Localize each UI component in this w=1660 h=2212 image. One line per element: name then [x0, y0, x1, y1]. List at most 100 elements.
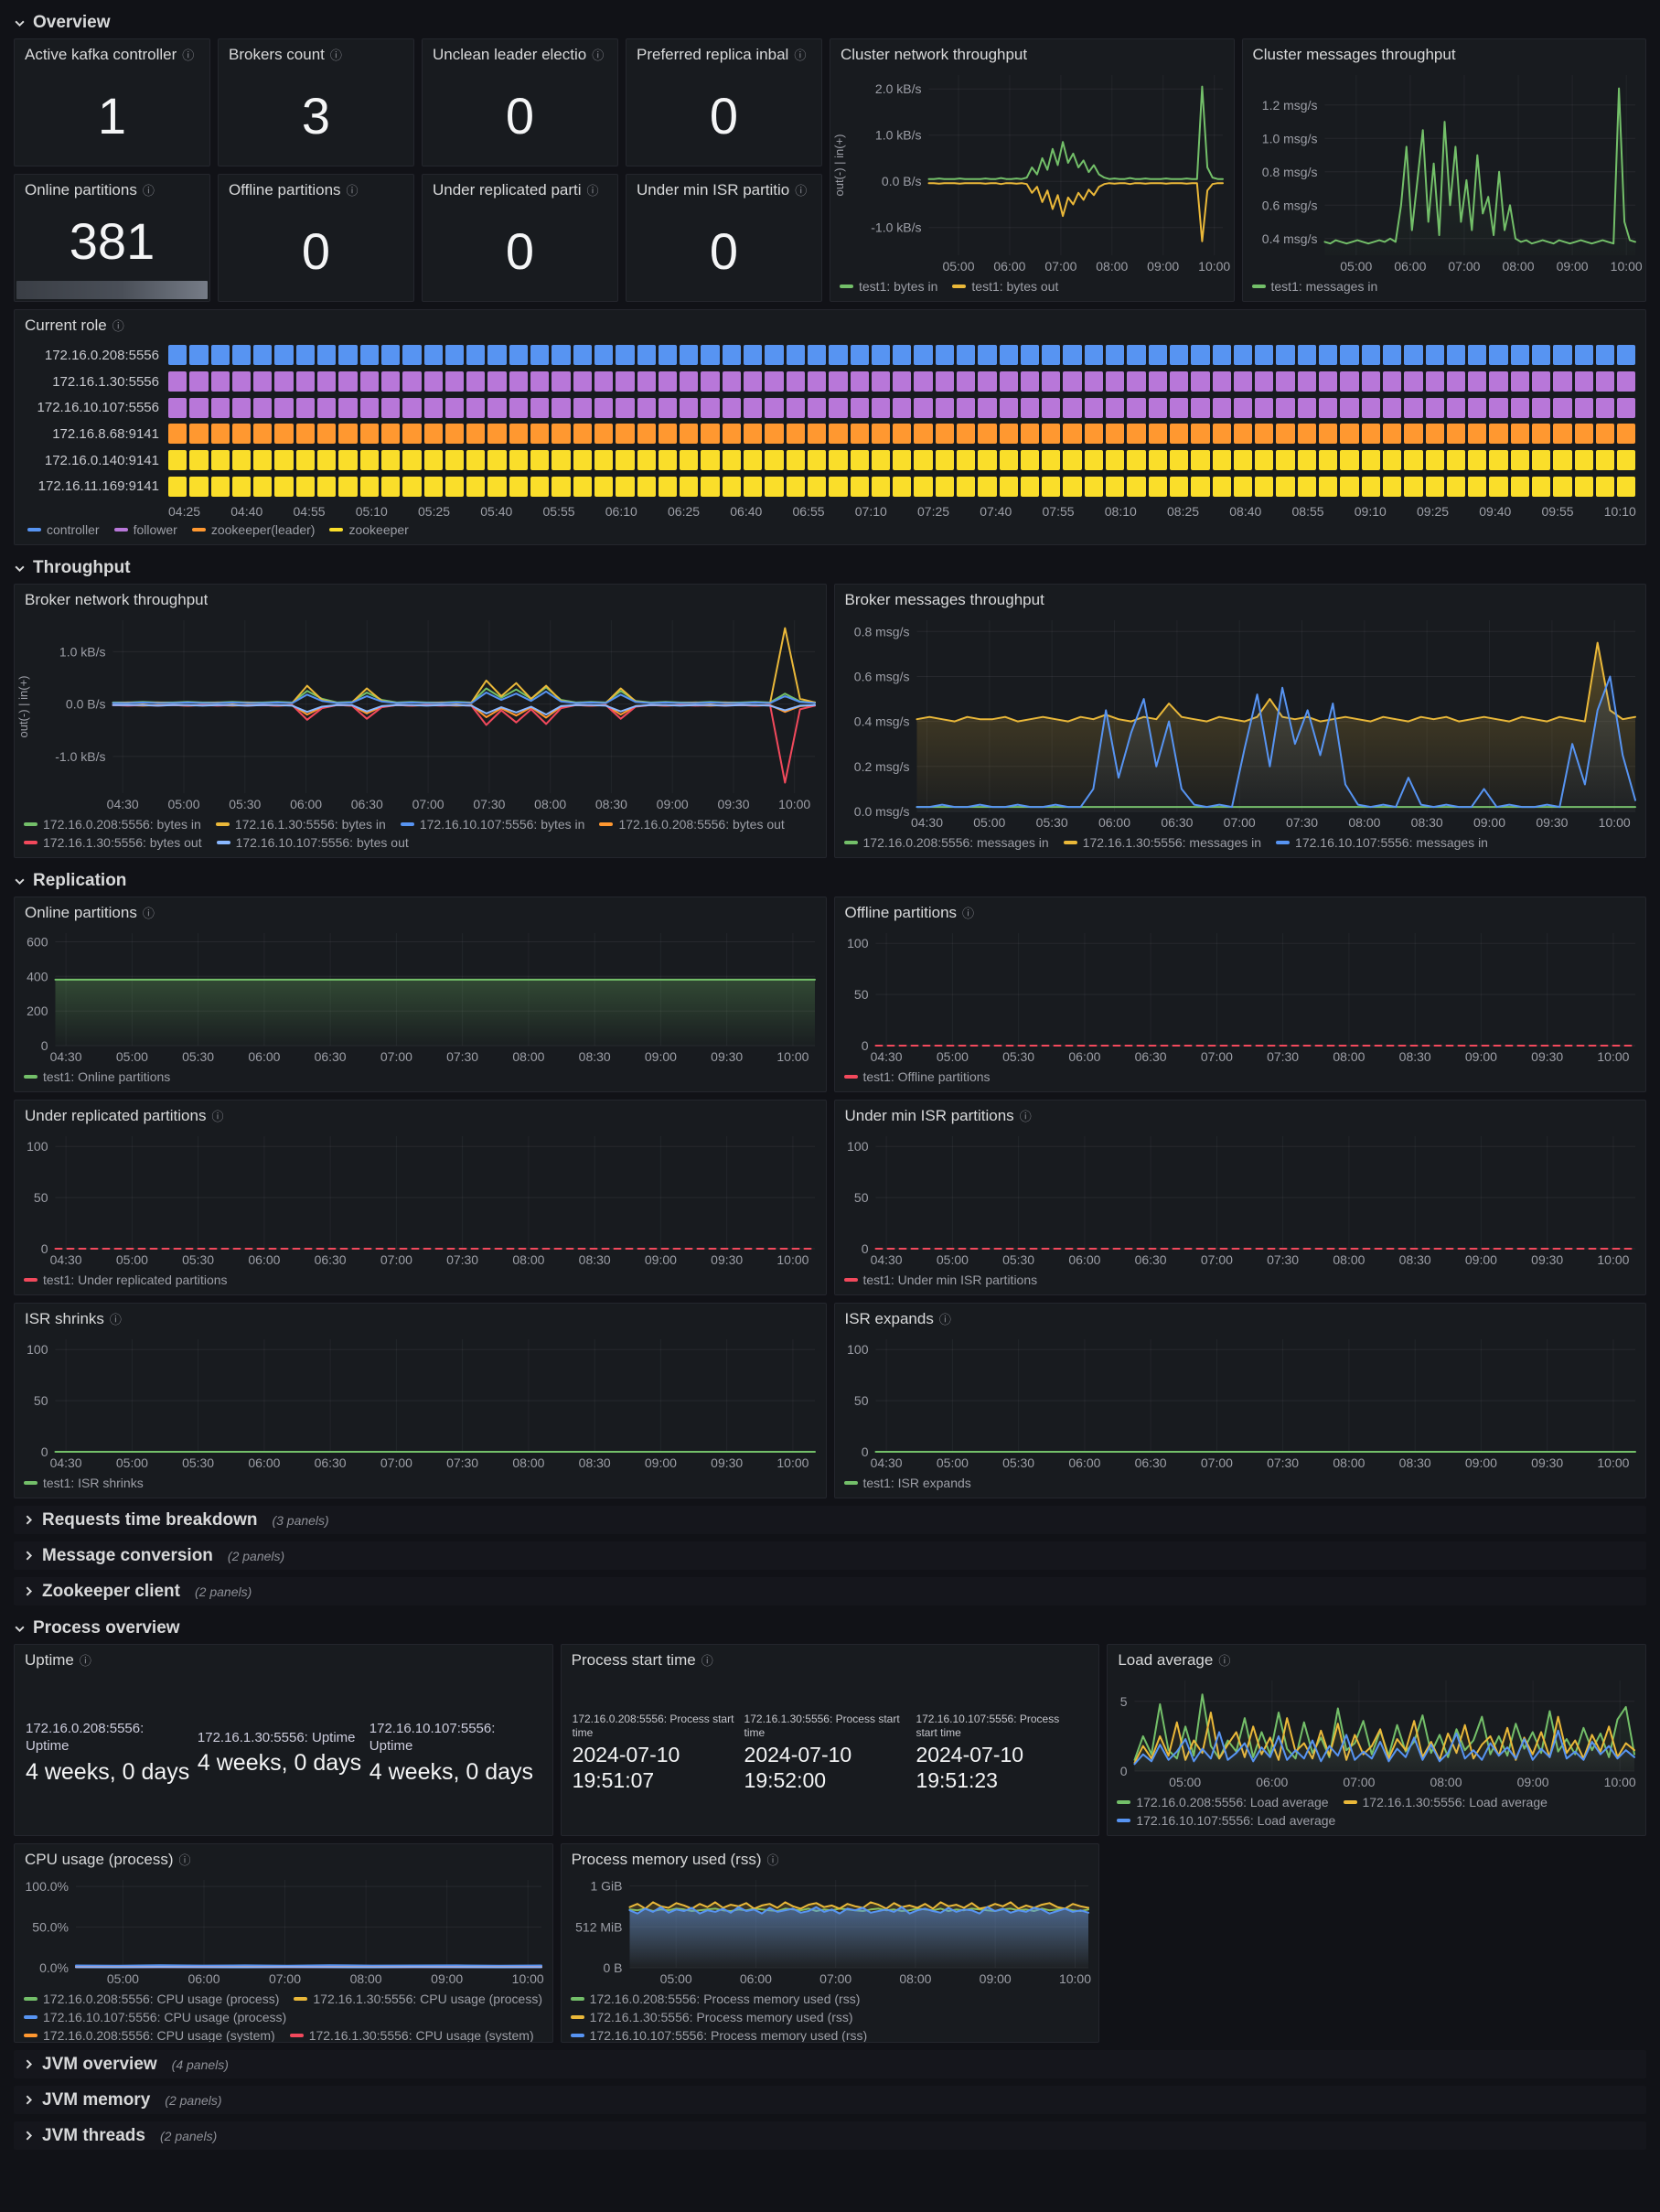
- state-cell[interactable]: [1298, 424, 1316, 444]
- state-cell[interactable]: [1362, 477, 1380, 497]
- state-cell[interactable]: [338, 477, 357, 497]
- state-cell[interactable]: [1042, 398, 1060, 418]
- state-cell[interactable]: [1106, 424, 1124, 444]
- panel-header[interactable]: Load averageⓘ: [1108, 1645, 1645, 1671]
- state-cell[interactable]: [594, 477, 613, 497]
- state-cell[interactable]: [1106, 450, 1124, 470]
- legend-item[interactable]: 172.16.1.30:5556: CPU usage (system): [290, 2028, 534, 2043]
- state-cell[interactable]: [1404, 398, 1422, 418]
- state-cell[interactable]: [1404, 424, 1422, 444]
- state-cell[interactable]: [296, 398, 315, 418]
- state-cell[interactable]: [957, 371, 975, 392]
- state-cell[interactable]: [1106, 345, 1124, 365]
- state-cell[interactable]: [1191, 345, 1209, 365]
- info-icon[interactable]: ⓘ: [347, 185, 359, 197]
- state-cell[interactable]: [978, 345, 996, 365]
- state-cell[interactable]: [1021, 450, 1039, 470]
- state-cell[interactable]: [659, 450, 677, 470]
- state-cell[interactable]: [1000, 398, 1018, 418]
- state-cell[interactable]: [851, 477, 869, 497]
- state-cell[interactable]: [637, 477, 656, 497]
- state-cell[interactable]: [1063, 398, 1081, 418]
- state-cell[interactable]: [1532, 345, 1550, 365]
- state-cell[interactable]: [637, 450, 656, 470]
- legend-item[interactable]: 172.16.0.208:5556: bytes out: [599, 817, 784, 832]
- panel-header[interactable]: CPU usage (process)ⓘ: [15, 1844, 552, 1871]
- state-cell[interactable]: [573, 345, 592, 365]
- state-cell[interactable]: [914, 345, 932, 365]
- cpu-usage-chart[interactable]: 100.0%50.0%0.0%05:0006:0007:0008:0009:00…: [15, 1871, 552, 1990]
- state-cell[interactable]: [1340, 424, 1358, 444]
- state-cell[interactable]: [530, 398, 549, 418]
- legend-item[interactable]: 172.16.10.107:5556: bytes out: [217, 835, 409, 850]
- state-cell[interactable]: [851, 398, 869, 418]
- state-cell[interactable]: [1042, 345, 1060, 365]
- info-icon[interactable]: ⓘ: [587, 185, 599, 197]
- state-cell[interactable]: [1191, 450, 1209, 470]
- state-cell[interactable]: [1255, 398, 1273, 418]
- state-cell[interactable]: [1127, 345, 1145, 365]
- state-cell[interactable]: [445, 345, 464, 365]
- state-cell[interactable]: [872, 345, 890, 365]
- state-cell[interactable]: [232, 450, 251, 470]
- state-cell[interactable]: [851, 450, 869, 470]
- state-cell[interactable]: [1447, 371, 1465, 392]
- state-cell[interactable]: [211, 450, 230, 470]
- state-cell[interactable]: [978, 371, 996, 392]
- state-cell[interactable]: [1532, 477, 1550, 497]
- state-cell[interactable]: [1149, 345, 1167, 365]
- info-icon[interactable]: ⓘ: [211, 1111, 223, 1122]
- isr-shrinks-chart[interactable]: 10050004:3005:0005:3006:0006:3007:0007:3…: [15, 1330, 826, 1474]
- state-cell[interactable]: [893, 477, 911, 497]
- state-cell[interactable]: [296, 424, 315, 444]
- state-cell[interactable]: [787, 398, 805, 418]
- state-cell[interactable]: [1383, 424, 1401, 444]
- state-cell[interactable]: [232, 477, 251, 497]
- state-cell[interactable]: [1063, 450, 1081, 470]
- cluster-messages-chart[interactable]: 1.2 msg/s1.0 msg/s0.8 msg/s0.6 msg/s0.4 …: [1243, 66, 1646, 277]
- state-cell[interactable]: [487, 371, 506, 392]
- state-cell[interactable]: [744, 398, 762, 418]
- state-cell[interactable]: [1234, 345, 1252, 365]
- state-cell[interactable]: [1489, 450, 1507, 470]
- state-cell[interactable]: [189, 450, 208, 470]
- state-cell[interactable]: [787, 450, 805, 470]
- state-cell[interactable]: [1489, 398, 1507, 418]
- state-cell[interactable]: [1021, 345, 1039, 365]
- state-cell[interactable]: [509, 345, 528, 365]
- state-cell[interactable]: [765, 398, 783, 418]
- state-cell[interactable]: [381, 477, 400, 497]
- section-header-message-conversion[interactable]: Message conversion (2 panels): [14, 1541, 1646, 1570]
- state-cell[interactable]: [402, 424, 421, 444]
- state-cell[interactable]: [936, 424, 954, 444]
- current-role-timeline[interactable]: 172.16.0.208:5556172.16.1.30:5556172.16.…: [15, 337, 1645, 521]
- state-cell[interactable]: [978, 398, 996, 418]
- state-cell[interactable]: [1042, 424, 1060, 444]
- state-cell[interactable]: [1596, 345, 1614, 365]
- state-cell[interactable]: [1213, 450, 1231, 470]
- state-cell[interactable]: [1127, 371, 1145, 392]
- state-cell[interactable]: [360, 398, 379, 418]
- state-cell[interactable]: [829, 424, 847, 444]
- under-replicated-chart[interactable]: 10050004:3005:0005:3006:0006:3007:0007:3…: [15, 1127, 826, 1271]
- section-header-zookeeper-client[interactable]: Zookeeper client (2 panels): [14, 1577, 1646, 1605]
- legend-item[interactable]: 172.16.1.30:5556: bytes in: [216, 817, 386, 832]
- state-cell[interactable]: [1426, 477, 1444, 497]
- state-cell[interactable]: [274, 477, 293, 497]
- state-cell[interactable]: [253, 450, 272, 470]
- state-cell[interactable]: [1447, 345, 1465, 365]
- state-cell[interactable]: [189, 371, 208, 392]
- state-cell[interactable]: [1575, 477, 1593, 497]
- state-cell[interactable]: [1085, 450, 1103, 470]
- state-cell[interactable]: [211, 424, 230, 444]
- state-cell[interactable]: [1340, 450, 1358, 470]
- state-cell[interactable]: [808, 424, 826, 444]
- state-cell[interactable]: [573, 477, 592, 497]
- panel-header[interactable]: Cluster messages throughput: [1243, 39, 1646, 66]
- state-cell[interactable]: [1106, 371, 1124, 392]
- state-cell[interactable]: [616, 424, 634, 444]
- process-memory-chart[interactable]: 1 GiB512 MiB0 B05:0006:0007:0008:0009:00…: [562, 1871, 1099, 1990]
- state-cell[interactable]: [1575, 398, 1593, 418]
- state-cell[interactable]: [1234, 371, 1252, 392]
- state-cell[interactable]: [787, 424, 805, 444]
